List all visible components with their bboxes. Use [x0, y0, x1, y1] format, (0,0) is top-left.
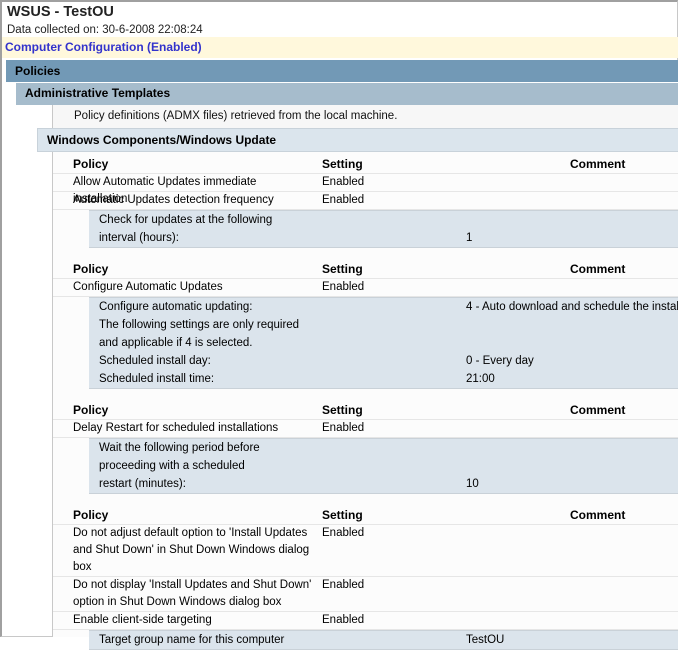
policy-setting: Enabled	[322, 194, 365, 206]
policy-setting: Enabled	[322, 527, 365, 539]
detail-value: 0 - Every day	[466, 355, 534, 367]
policy-details: Wait the following period before proceedi…	[89, 438, 678, 494]
detail-line: Configure automatic updating: 4 - Auto do…	[89, 298, 678, 316]
policy-row[interactable]: Delay Restart for scheduled installation…	[53, 420, 678, 438]
detail-label: Configure automatic updating:	[99, 301, 253, 313]
column-header-setting: Setting	[322, 508, 363, 522]
policy-name: Enable client-side targeting	[73, 614, 212, 626]
policy-name: Automatic Updates detection frequency	[73, 194, 274, 206]
column-header-comment: Comment	[570, 403, 626, 417]
detail-label: proceeding with a scheduled	[99, 460, 245, 472]
policy-table-header: Policy Setting Comment	[53, 506, 678, 525]
policy-name: Configure Automatic Updates	[73, 281, 223, 293]
detail-label: Scheduled install day:	[99, 355, 211, 367]
report-title: WSUS - TestOU	[7, 4, 114, 20]
detail-label: Wait the following period before	[99, 442, 260, 454]
column-header-setting: Setting	[322, 262, 363, 276]
column-header-comment: Comment	[570, 508, 626, 522]
detail-label: restart (minutes):	[99, 478, 186, 490]
admx-note: Policy definitions (ADMX files) retrieve…	[52, 105, 678, 128]
detail-label: and applicable if 4 is selected.	[99, 337, 253, 349]
policy-details: Check for updates at the following interv…	[89, 210, 678, 248]
detail-line: Target group name for this computer TestO…	[89, 631, 678, 649]
detail-label: Scheduled install time:	[99, 373, 215, 385]
policy-setting: Enabled	[322, 614, 365, 626]
detail-label: Target group name for this computer	[99, 634, 285, 646]
policy-content: Policy Setting Comment Allow Automatic Upda…	[52, 152, 678, 650]
policy-name: Delay Restart for scheduled installation…	[73, 422, 279, 434]
administrative-templates-heading[interactable]: Administrative Templates	[16, 83, 678, 105]
detail-label: The following settings are only required	[99, 319, 300, 331]
policy-section: Policy Setting Comment Configure Automatic …	[53, 260, 678, 389]
policy-section: Policy Setting Comment Delay Restart for sc…	[53, 401, 678, 494]
policy-details: Configure automatic updating: 4 - Auto do…	[89, 297, 678, 389]
column-header-comment: Comment	[570, 262, 626, 276]
detail-line: interval (hours): 1	[89, 229, 678, 247]
policy-setting: Enabled	[322, 176, 365, 188]
policy-table-header: Policy Setting Comment	[53, 260, 678, 279]
policy-row[interactable]: Allow Automatic Updates immediate instal…	[53, 174, 678, 205]
policy-row[interactable]: Do not display 'Install Updates and Shut…	[53, 577, 678, 612]
policy-row[interactable]: Do not adjust default option to 'Install…	[53, 525, 678, 577]
column-header-policy: Policy	[73, 262, 109, 276]
column-header-setting: Setting	[322, 157, 363, 171]
policy-setting: Enabled	[322, 422, 365, 434]
detail-line: Scheduled install time: 21:00	[89, 370, 678, 388]
windows-update-category-heading[interactable]: Windows Components/Windows Update	[37, 128, 678, 152]
policy-details: Target group name for this computer TestO…	[89, 630, 678, 650]
policy-setting: Enabled	[322, 579, 365, 591]
column-header-policy: Policy	[73, 508, 109, 522]
column-header-comment: Comment	[570, 157, 626, 171]
detail-value: 10	[466, 478, 479, 490]
detail-line: Scheduled install day: 0 - Every day	[89, 352, 678, 370]
detail-line: Check for updates at the following	[89, 211, 678, 229]
computer-configuration-heading[interactable]: Computer Configuration (Enabled)	[2, 37, 678, 58]
policy-table-header: Policy Setting Comment	[53, 155, 678, 174]
policy-setting: Enabled	[322, 281, 365, 293]
detail-line: The following settings are only required	[89, 316, 678, 334]
policy-section: Policy Setting Comment Allow Automatic Upda…	[53, 155, 678, 248]
policy-name: Do not display 'Install Updates and Shut…	[73, 579, 312, 608]
detail-line: and applicable if 4 is selected.	[89, 334, 678, 352]
policy-row[interactable]: Enable client-side targeting Enabled	[53, 612, 678, 630]
policy-row[interactable]: Automatic Updates detection frequency Ena…	[53, 192, 678, 210]
column-header-policy: Policy	[73, 403, 109, 417]
detail-line: restart (minutes): 10	[89, 475, 678, 493]
column-header-setting: Setting	[322, 403, 363, 417]
policy-row[interactable]: Configure Automatic Updates Enabled	[53, 279, 678, 297]
detail-line: Wait the following period before	[89, 439, 678, 457]
detail-value: 1	[466, 232, 473, 244]
detail-label: interval (hours):	[99, 232, 179, 244]
policy-section: Policy Setting Comment Do not adjust defaul…	[53, 506, 678, 650]
collected-date: Data collected on: 30-6-2008 22:08:24	[7, 24, 203, 36]
detail-value: TestOU	[466, 634, 505, 646]
detail-line: proceeding with a scheduled	[89, 457, 678, 475]
detail-label: Check for updates at the following	[99, 214, 273, 226]
detail-value: 4 - Auto download and schedule the insta…	[466, 301, 678, 313]
policy-table-header: Policy Setting Comment	[53, 401, 678, 420]
detail-value: 21:00	[466, 373, 495, 385]
policies-heading[interactable]: Policies	[6, 60, 678, 83]
column-header-policy: Policy	[73, 157, 109, 171]
policy-name: Do not adjust default option to 'Install…	[73, 527, 310, 573]
